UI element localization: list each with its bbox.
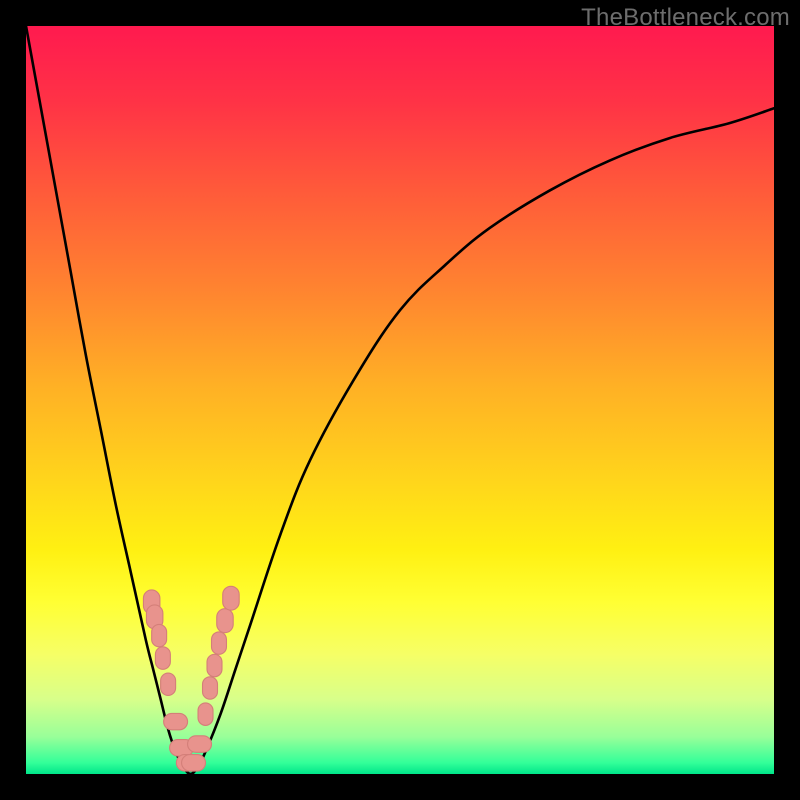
marker-point bbox=[155, 647, 170, 669]
marker-point bbox=[217, 609, 233, 633]
marker-point bbox=[164, 713, 188, 729]
plot-area bbox=[26, 26, 774, 774]
marker-point bbox=[212, 632, 227, 654]
watermark-text: TheBottleneck.com bbox=[581, 4, 790, 32]
marker-point bbox=[223, 586, 239, 610]
marker-point bbox=[152, 624, 167, 646]
marker-point bbox=[182, 755, 206, 771]
bottleneck-curve bbox=[26, 26, 774, 774]
marker-point bbox=[207, 654, 222, 676]
marker-point bbox=[161, 673, 176, 695]
highlighted-points bbox=[143, 586, 239, 771]
chart-frame: TheBottleneck.com bbox=[0, 0, 800, 800]
curve-layer bbox=[26, 26, 774, 774]
marker-point bbox=[188, 736, 212, 752]
marker-point bbox=[198, 703, 213, 725]
marker-point bbox=[203, 677, 218, 699]
